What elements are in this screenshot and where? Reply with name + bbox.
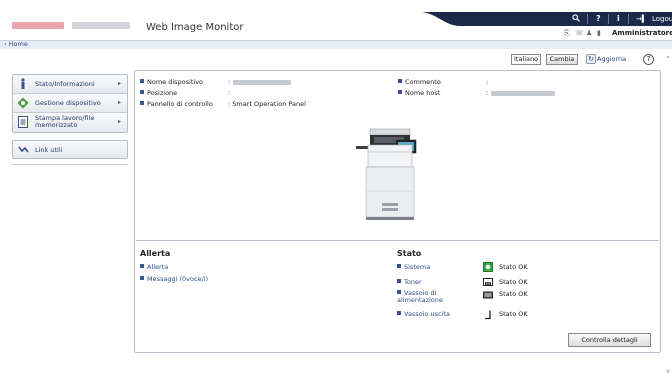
bullet-icon [397, 264, 401, 268]
logout-icon[interactable]: →▍ [636, 14, 647, 24]
messages-link-label: Messaggi (0voce/i) [147, 275, 209, 283]
user-name: Amministratore [612, 29, 672, 37]
colon: : [486, 89, 489, 97]
app-title: Web Image Monitor [146, 22, 244, 33]
info-icon [21, 78, 25, 89]
sidebar-menu: Stato/Informazioni ▸ Gestione dispositiv… [12, 74, 128, 133]
language-select[interactable]: Italiano ⌵ [511, 54, 541, 65]
status-label: Toner [404, 278, 422, 286]
printer-status-icon: ⎘ [564, 29, 570, 37]
check-details-button[interactable]: Controlla dettagli [568, 333, 651, 347]
location-label: Posizione [147, 89, 178, 97]
status-toner-link[interactable]: Toner [397, 279, 422, 286]
messages-link[interactable]: Messaggi (0voce/i) [140, 276, 208, 283]
nav-divider [628, 14, 629, 24]
status-label: Sistema [404, 263, 431, 271]
device-name-value-redacted [233, 80, 291, 85]
comment-label: Commento [405, 78, 441, 86]
sidebar-item-useful-links[interactable]: Link utili [12, 140, 128, 159]
scroll-down-icon[interactable]: v [664, 368, 672, 375]
help-icon[interactable]: ? [596, 14, 601, 24]
nav-divider [608, 14, 609, 24]
chevron-right-icon: ▸ [117, 99, 121, 106]
status-label: Vassoio di alimentazione [397, 289, 443, 304]
status-value: Stato OK [499, 290, 528, 298]
search-icon[interactable] [572, 14, 580, 25]
refresh-icon: ↻ [586, 54, 596, 64]
comment-row: Commento [398, 78, 441, 86]
control-panel-label: Pannello di controllo [147, 100, 213, 108]
printer-image [356, 128, 417, 220]
status-value: Stato OK [499, 310, 528, 318]
brand-logo [12, 22, 64, 29]
bullet-icon [140, 276, 144, 280]
section-divider [136, 240, 659, 241]
status-value: Stato OK [499, 263, 528, 271]
chevron-down-icon: ⌵ [533, 56, 538, 63]
sidebar-item-label: Stampa lavoro/file memorizzato [35, 114, 95, 129]
home-link[interactable]: ‹ Home [4, 40, 28, 49]
chevron-right-icon: ▸ [117, 118, 121, 125]
location-row: Posizione [140, 89, 177, 97]
sidebar-item-label: Stato/Informazioni [35, 80, 95, 88]
control-panel-value: : Smart Operation Panel [228, 100, 306, 108]
sidebar-item-label: Gestione dispositivo [35, 99, 101, 107]
alert-link-label: Allerta [147, 263, 169, 271]
device-management-icon [17, 97, 29, 109]
page-scrollbar[interactable] [664, 49, 672, 377]
colon: : [486, 78, 489, 86]
document-status-icon: ▮ [597, 29, 601, 37]
bullet-icon [140, 101, 144, 105]
system-ok-icon [483, 262, 493, 272]
header: Web Image Monitor ? i →▍ Logout ⎘ ☏ ♟ ▮ … [0, 0, 672, 40]
status-value: Stato OK [499, 278, 528, 286]
status-system-link[interactable]: Sistema [397, 264, 430, 271]
bullet-icon [140, 90, 144, 94]
bullet-icon [397, 290, 401, 294]
fax-status-icon: ☏ [575, 29, 584, 37]
status-paper-tray-link[interactable]: Vassoio di alimentazione [397, 290, 457, 304]
sidebar-item-device-management[interactable]: Gestione dispositivo ▸ [13, 94, 127, 113]
breadcrumb-bar [0, 40, 672, 49]
sidebar-item-stored-files[interactable]: Stampa lavoro/file memorizzato ▸ [13, 113, 127, 132]
scroll-up-icon[interactable]: ^ [664, 56, 672, 63]
device-name-row: Nome dispositivo [140, 78, 203, 86]
toner-icon [483, 278, 493, 286]
bullet-icon [398, 90, 402, 94]
output-tray-icon [485, 310, 491, 320]
user-status-icon: ♟ [586, 29, 593, 37]
alert-link[interactable]: Allerta [140, 264, 168, 271]
device-name-label: Nome dispositivo [147, 78, 204, 86]
sidebar-divider [12, 164, 128, 165]
bullet-icon [140, 79, 144, 83]
info-icon[interactable]: i [617, 14, 620, 24]
brand-logo-secondary [72, 22, 130, 29]
hostname-value-redacted [491, 91, 555, 96]
useful-links-label: Link utili [35, 146, 63, 154]
bullet-icon [397, 279, 401, 283]
status-output-tray-link[interactable]: Vassoio uscita [397, 311, 450, 318]
paper-tray-icon [483, 291, 493, 299]
status-label: Vassoio uscita [404, 310, 450, 318]
bullet-icon [397, 311, 401, 315]
bullet-icon [398, 79, 402, 83]
help-button[interactable]: ? [643, 54, 654, 65]
sidebar-item-status[interactable]: Stato/Informazioni ▸ [13, 75, 127, 94]
bullet-icon [140, 264, 144, 268]
control-panel-row: Pannello di controllo [140, 100, 213, 108]
colon: : [228, 89, 231, 97]
refresh-label: Aggiorna [597, 55, 627, 63]
status-title: Stato [397, 249, 422, 258]
alerts-title: Allerta [140, 249, 171, 258]
logout-link[interactable]: Logout [652, 14, 672, 24]
refresh-button[interactable]: ↻ Aggiorna [586, 54, 626, 65]
chevron-right-icon: ▸ [117, 80, 121, 87]
change-language-button[interactable]: Cambia [546, 54, 578, 65]
nav-divider [587, 14, 588, 24]
colon: : [228, 78, 231, 86]
stored-file-icon [18, 116, 28, 128]
hostname-row: Nome host [398, 89, 440, 97]
link-arrow-icon [18, 146, 29, 153]
hostname-label: Nome host [405, 89, 441, 97]
